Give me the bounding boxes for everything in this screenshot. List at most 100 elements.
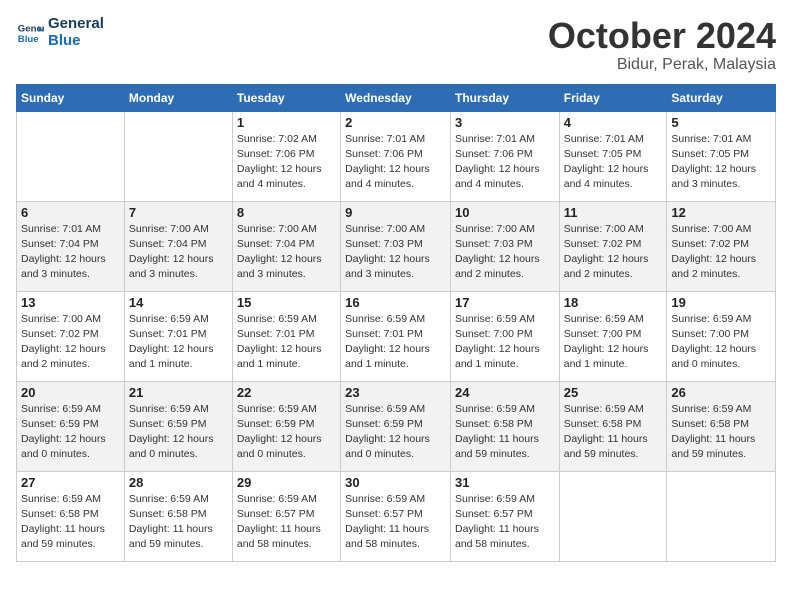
day-number: 18 [564, 295, 663, 310]
calendar-cell: 15 Sunrise: 6:59 AM Sunset: 7:01 PM Dayli… [232, 291, 340, 381]
day-number: 13 [21, 295, 120, 310]
col-header-tuesday: Tuesday [232, 84, 340, 111]
col-header-saturday: Saturday [667, 84, 776, 111]
calendar-cell: 14 Sunrise: 6:59 AM Sunset: 7:01 PM Dayli… [124, 291, 232, 381]
col-header-thursday: Thursday [450, 84, 559, 111]
calendar-cell: 30 Sunrise: 6:59 AM Sunset: 6:57 PM Dayli… [341, 471, 451, 561]
day-number: 21 [129, 385, 228, 400]
calendar-cell: 20Sunrise: 6:59 AM Sunset: 6:59 PM Dayli… [17, 381, 125, 471]
day-detail: Sunrise: 6:59 AM Sunset: 6:58 PM Dayligh… [455, 402, 555, 463]
calendar-cell: 9 Sunrise: 7:00 AM Sunset: 7:03 PM Daylig… [341, 201, 451, 291]
col-header-sunday: Sunday [17, 84, 125, 111]
week-row-5: 27Sunrise: 6:59 AM Sunset: 6:58 PM Dayli… [17, 471, 776, 561]
day-number: 14 [129, 295, 228, 310]
col-header-monday: Monday [124, 84, 232, 111]
calendar-cell: 16Sunrise: 6:59 AM Sunset: 7:01 PM Dayli… [341, 291, 451, 381]
logo-icon: General Blue [16, 19, 44, 47]
week-row-2: 6Sunrise: 7:01 AM Sunset: 7:04 PM Daylig… [17, 201, 776, 291]
day-number: 17 [455, 295, 555, 310]
calendar-cell: 27Sunrise: 6:59 AM Sunset: 6:58 PM Dayli… [17, 471, 125, 561]
calendar-cell: 3Sunrise: 7:01 AM Sunset: 7:06 PM Daylig… [450, 111, 559, 201]
day-detail: Sunrise: 6:59 AM Sunset: 7:00 PM Dayligh… [455, 312, 555, 373]
day-detail: Sunrise: 6:59 AM Sunset: 6:58 PM Dayligh… [671, 402, 771, 463]
calendar-cell: 18 Sunrise: 6:59 AM Sunset: 7:00 PM Dayli… [559, 291, 667, 381]
calendar-cell [559, 471, 667, 561]
day-number: 19 [671, 295, 771, 310]
calendar-cell: 28Sunrise: 6:59 AM Sunset: 6:58 PM Dayli… [124, 471, 232, 561]
calendar-cell: 31 Sunrise: 6:59 AM Sunset: 6:57 PM Dayli… [450, 471, 559, 561]
svg-text:Blue: Blue [18, 33, 39, 44]
day-number: 4 [564, 115, 663, 130]
day-number: 22 [237, 385, 336, 400]
calendar-cell [17, 111, 125, 201]
day-number: 1 [237, 115, 336, 130]
day-detail: Sunrise: 6:59 AM Sunset: 6:57 PM Dayligh… [455, 492, 555, 553]
week-row-3: 13 Sunrise: 7:00 AM Sunset: 7:02 PM Dayli… [17, 291, 776, 381]
day-number: 26 [671, 385, 771, 400]
day-detail: Sunrise: 6:59 AM Sunset: 7:00 PM Dayligh… [671, 312, 771, 373]
week-row-1: 1 Sunrise: 7:02 AM Sunset: 7:06 PM Daylig… [17, 111, 776, 201]
day-number: 11 [564, 205, 663, 220]
day-detail: Sunrise: 7:00 AM Sunset: 7:04 PM Dayligh… [237, 222, 336, 283]
day-detail: Sunrise: 7:00 AM Sunset: 7:04 PM Dayligh… [129, 222, 228, 283]
day-detail: Sunrise: 6:59 AM Sunset: 6:59 PM Dayligh… [237, 402, 336, 463]
day-number: 8 [237, 205, 336, 220]
calendar-cell: 13 Sunrise: 7:00 AM Sunset: 7:02 PM Dayli… [17, 291, 125, 381]
calendar-cell: 25Sunrise: 6:59 AM Sunset: 6:58 PM Dayli… [559, 381, 667, 471]
calendar-cell: 1 Sunrise: 7:02 AM Sunset: 7:06 PM Daylig… [232, 111, 340, 201]
day-number: 10 [455, 205, 555, 220]
day-detail: Sunrise: 7:01 AM Sunset: 7:05 PM Dayligh… [564, 132, 663, 193]
calendar-cell: 2 Sunrise: 7:01 AM Sunset: 7:06 PM Daylig… [341, 111, 451, 201]
calendar-cell: 4 Sunrise: 7:01 AM Sunset: 7:05 PM Daylig… [559, 111, 667, 201]
logo-general: General [48, 16, 104, 33]
day-number: 27 [21, 475, 120, 490]
day-detail: Sunrise: 7:00 AM Sunset: 7:02 PM Dayligh… [564, 222, 663, 283]
calendar-table: SundayMondayTuesdayWednesdayThursdayFrid… [16, 84, 776, 562]
day-detail: Sunrise: 6:59 AM Sunset: 6:59 PM Dayligh… [345, 402, 446, 463]
day-detail: Sunrise: 7:01 AM Sunset: 7:05 PM Dayligh… [671, 132, 771, 193]
day-detail: Sunrise: 6:59 AM Sunset: 7:00 PM Dayligh… [564, 312, 663, 373]
calendar-cell [124, 111, 232, 201]
logo-blue: Blue [48, 33, 104, 50]
day-number: 2 [345, 115, 446, 130]
calendar-cell: 23 Sunrise: 6:59 AM Sunset: 6:59 PM Dayli… [341, 381, 451, 471]
location: Bidur, Perak, Malaysia [548, 56, 776, 74]
day-detail: Sunrise: 7:00 AM Sunset: 7:03 PM Dayligh… [455, 222, 555, 283]
day-number: 29 [237, 475, 336, 490]
day-number: 5 [671, 115, 771, 130]
day-detail: Sunrise: 6:59 AM Sunset: 7:01 PM Dayligh… [129, 312, 228, 373]
day-detail: Sunrise: 7:01 AM Sunset: 7:04 PM Dayligh… [21, 222, 120, 283]
calendar-cell: 6Sunrise: 7:01 AM Sunset: 7:04 PM Daylig… [17, 201, 125, 291]
day-number: 24 [455, 385, 555, 400]
calendar-cell [667, 471, 776, 561]
calendar-cell: 29Sunrise: 6:59 AM Sunset: 6:57 PM Dayli… [232, 471, 340, 561]
col-header-friday: Friday [559, 84, 667, 111]
day-detail: Sunrise: 7:00 AM Sunset: 7:03 PM Dayligh… [345, 222, 446, 283]
calendar-cell: 5 Sunrise: 7:01 AM Sunset: 7:05 PM Daylig… [667, 111, 776, 201]
day-number: 23 [345, 385, 446, 400]
day-detail: Sunrise: 6:59 AM Sunset: 7:01 PM Dayligh… [345, 312, 446, 373]
day-detail: Sunrise: 7:00 AM Sunset: 7:02 PM Dayligh… [21, 312, 120, 373]
calendar-cell: 10 Sunrise: 7:00 AM Sunset: 7:03 PM Dayli… [450, 201, 559, 291]
calendar-cell: 26 Sunrise: 6:59 AM Sunset: 6:58 PM Dayli… [667, 381, 776, 471]
calendar-cell: 7 Sunrise: 7:00 AM Sunset: 7:04 PM Daylig… [124, 201, 232, 291]
calendar-cell: 19 Sunrise: 6:59 AM Sunset: 7:00 PM Dayli… [667, 291, 776, 381]
day-detail: Sunrise: 6:59 AM Sunset: 6:59 PM Dayligh… [129, 402, 228, 463]
day-number: 31 [455, 475, 555, 490]
day-detail: Sunrise: 7:01 AM Sunset: 7:06 PM Dayligh… [455, 132, 555, 193]
day-number: 12 [671, 205, 771, 220]
day-detail: Sunrise: 7:01 AM Sunset: 7:06 PM Dayligh… [345, 132, 446, 193]
day-detail: Sunrise: 6:59 AM Sunset: 6:57 PM Dayligh… [345, 492, 446, 553]
day-number: 9 [345, 205, 446, 220]
month-title: October 2024 [548, 16, 776, 56]
calendar-cell: 8 Sunrise: 7:00 AM Sunset: 7:04 PM Daylig… [232, 201, 340, 291]
calendar-cell: 24 Sunrise: 6:59 AM Sunset: 6:58 PM Dayli… [450, 381, 559, 471]
day-number: 30 [345, 475, 446, 490]
col-header-wednesday: Wednesday [341, 84, 451, 111]
day-detail: Sunrise: 6:59 AM Sunset: 6:59 PM Dayligh… [21, 402, 120, 463]
day-detail: Sunrise: 6:59 AM Sunset: 7:01 PM Dayligh… [237, 312, 336, 373]
calendar-cell: 22 Sunrise: 6:59 AM Sunset: 6:59 PM Dayli… [232, 381, 340, 471]
day-detail: Sunrise: 7:02 AM Sunset: 7:06 PM Dayligh… [237, 132, 336, 193]
day-number: 7 [129, 205, 228, 220]
day-number: 15 [237, 295, 336, 310]
